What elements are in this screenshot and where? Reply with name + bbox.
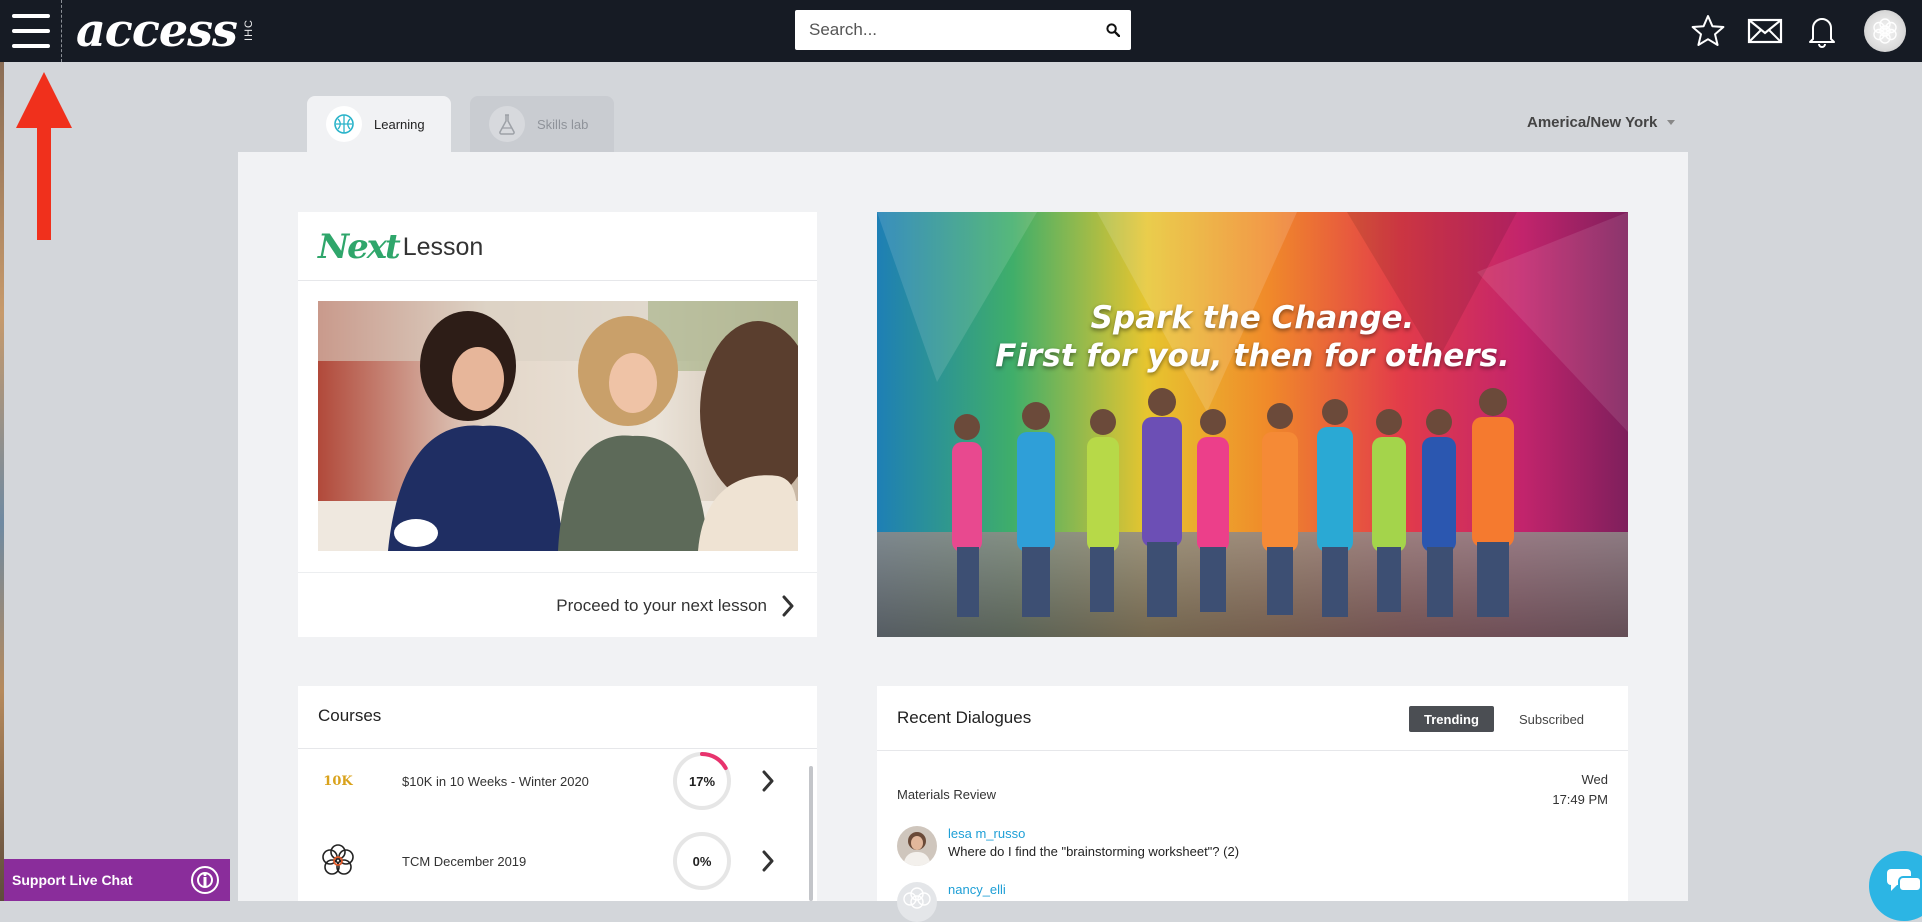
- tab-skills-lab-label: Skills lab: [537, 116, 589, 132]
- background-image-strip: [0, 62, 4, 901]
- tab-subscribed[interactable]: Subscribed: [1504, 706, 1599, 732]
- dialogue-category[interactable]: Materials Review: [897, 787, 996, 802]
- dialogues-title: Recent Dialogues: [897, 708, 1032, 727]
- divider: [877, 750, 1628, 751]
- progress-label: 0%: [692, 853, 712, 869]
- tab-trending[interactable]: Trending: [1409, 706, 1494, 732]
- nav-divider: [61, 0, 62, 62]
- star-icon[interactable]: [1688, 11, 1728, 51]
- top-navigation-bar: access IHC: [0, 0, 1922, 62]
- search-box: [795, 10, 1131, 50]
- caret-down-icon: [1667, 120, 1676, 125]
- notification-bell-icon[interactable]: [1802, 11, 1842, 51]
- next-lesson-title: Next Lesson: [318, 227, 484, 267]
- chevron-right-icon: [782, 595, 794, 616]
- recent-dialogues-card: Recent Dialogues Trending Subscribed Mat…: [877, 686, 1628, 922]
- course-name: TCM December 2019: [402, 854, 527, 869]
- tab-learning-label: Learning: [374, 116, 425, 132]
- course-item[interactable]: TCM December 2019 0%: [298, 826, 808, 896]
- proceed-next-lesson-link[interactable]: Proceed to your next lesson: [298, 572, 817, 638]
- dialogue-time: 17:49 PM: [1552, 792, 1608, 807]
- promo-banner[interactable]: Spark the Change. First for you, then fo…: [877, 212, 1628, 637]
- red-arrow-annotation: [16, 72, 72, 240]
- mail-icon[interactable]: [1745, 11, 1785, 51]
- course-item[interactable]: 10K $10K in 10 Weeks - Winter 2020 17%: [298, 746, 808, 816]
- hamburger-menu-icon[interactable]: [12, 14, 50, 48]
- courses-card: Courses 10K $10K in 10 Weeks - Winter 20…: [298, 686, 817, 901]
- course-10k-logo: 10K: [323, 773, 353, 789]
- dialogue-day: Wed: [1581, 772, 1609, 787]
- timezone-label: America/New York: [1527, 114, 1658, 131]
- access-logo[interactable]: access IHC: [76, 2, 255, 58]
- chevron-right-icon[interactable]: [761, 850, 775, 872]
- avatar[interactable]: [897, 882, 937, 922]
- progress-label: 17%: [688, 773, 716, 789]
- support-live-chat-button[interactable]: Support Live Chat: [4, 859, 230, 901]
- courses-scrollbar[interactable]: [809, 766, 813, 901]
- dialogue-username[interactable]: nancy_elli: [948, 882, 1006, 897]
- brain-icon: [326, 106, 362, 142]
- avatar[interactable]: [897, 826, 937, 866]
- user-avatar[interactable]: [1864, 10, 1906, 52]
- course-progress-ring: 17%: [672, 751, 732, 811]
- course-progress-ring: 0%: [672, 831, 732, 891]
- chat-bubbles-icon: [1887, 869, 1922, 892]
- live-chat-icon: [191, 866, 219, 894]
- flask-icon: [489, 106, 525, 142]
- live-chat-label: Support Live Chat: [12, 872, 133, 888]
- timezone-selector[interactable]: America/New York: [1527, 114, 1676, 131]
- chevron-right-icon[interactable]: [761, 770, 775, 792]
- next-lesson-image[interactable]: [318, 301, 798, 551]
- banner-headline: Spark the Change.: [1090, 300, 1415, 336]
- courses-title: Courses: [318, 706, 382, 725]
- chat-bubble-button[interactable]: [1869, 851, 1922, 921]
- learning-panel: Next Lesson Proceed to your next lesson …: [238, 152, 1688, 922]
- search-input[interactable]: [795, 10, 1095, 50]
- banner-tagline: First for you, then for others.: [995, 338, 1510, 374]
- search-icon[interactable]: [1095, 10, 1131, 50]
- proceed-label: Proceed to your next lesson: [556, 595, 767, 615]
- next-lesson-card: Next Lesson Proceed to your next lesson: [298, 212, 817, 637]
- dialogue-username[interactable]: lesa m_russo: [948, 826, 1025, 841]
- course-name: $10K in 10 Weeks - Winter 2020: [402, 774, 589, 789]
- dialogue-message[interactable]: Where do I find the "brainstorming works…: [948, 844, 1239, 859]
- tab-skills-lab[interactable]: Skills lab: [470, 96, 614, 152]
- divider: [298, 280, 817, 281]
- tcm-flower-logo: [318, 841, 358, 881]
- tab-learning[interactable]: Learning: [307, 96, 451, 152]
